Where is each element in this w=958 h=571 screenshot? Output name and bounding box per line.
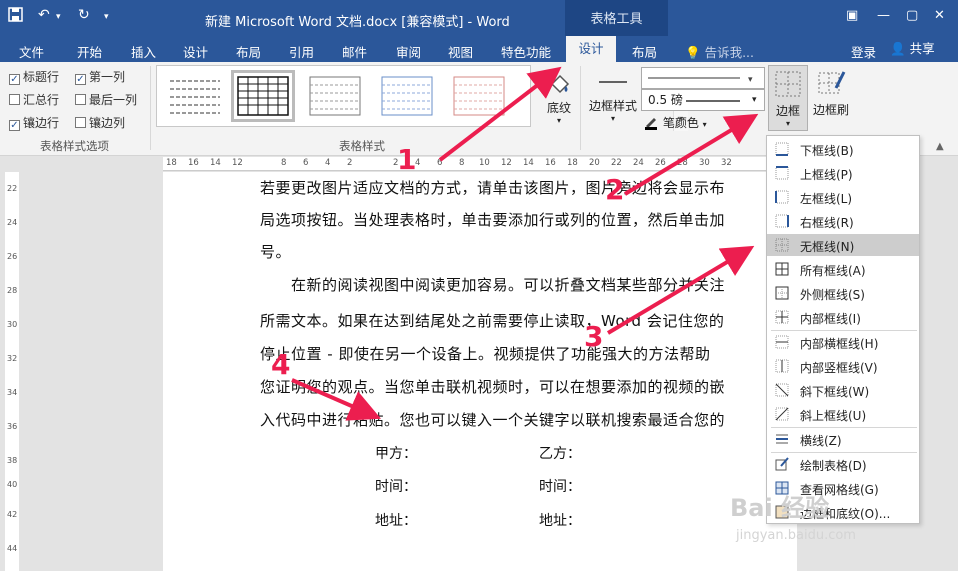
arrow-4 [291,378,382,421]
arrow-3 [606,245,755,335]
annotation-number-3: 3 [584,320,604,353]
watermark-logo: Bai 经验 [730,494,830,522]
annotation-number-4: 4 [271,348,291,381]
annotation-arrows [291,66,759,421]
annotation-number-2: 2 [605,173,625,206]
arrow-1 [438,66,562,162]
annotation-number-1: 1 [397,143,417,176]
watermark-url: jingyan.baidu.com [736,528,856,543]
arrow-2 [623,113,759,196]
